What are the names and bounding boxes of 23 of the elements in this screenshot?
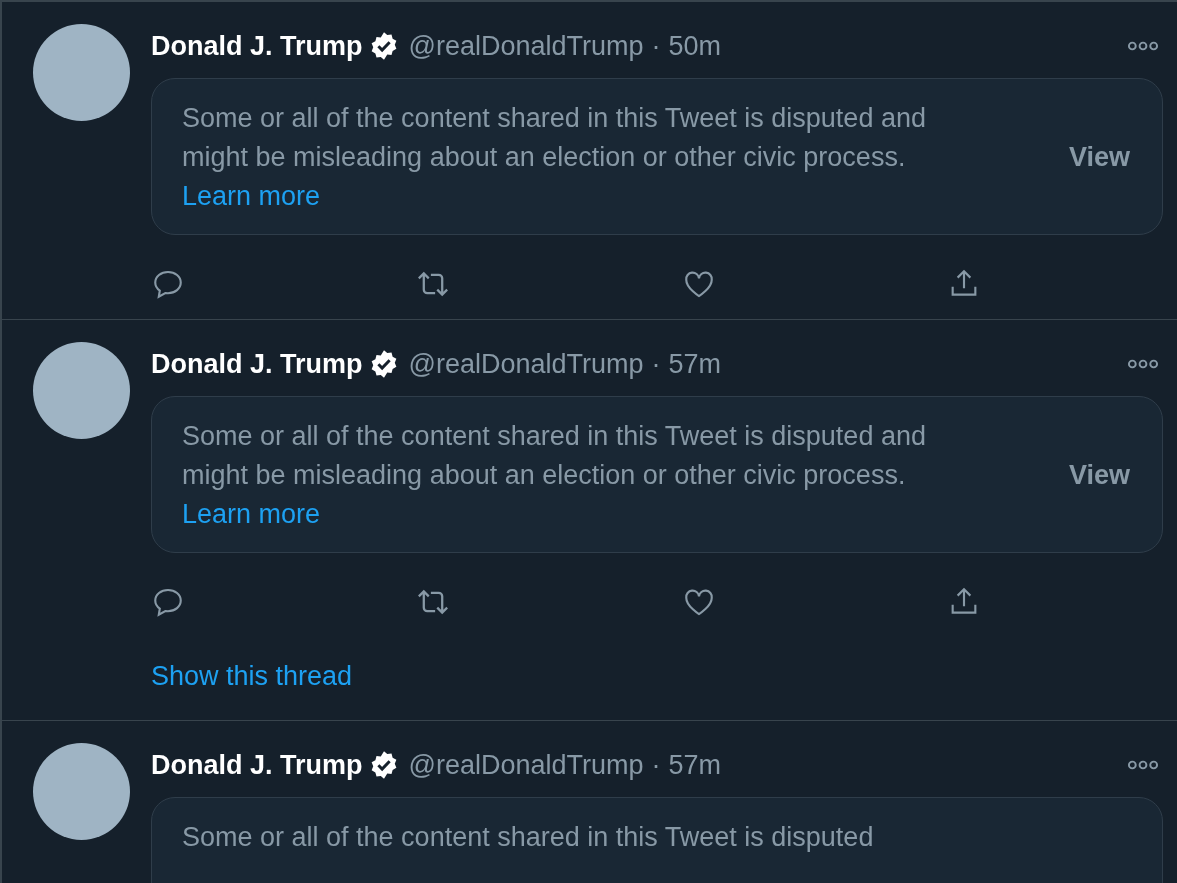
timestamp[interactable]: 57m [668, 749, 722, 781]
author-name[interactable]: Donald J. Trump [151, 348, 363, 380]
author-handle[interactable]: @realDonaldTrump [408, 30, 644, 62]
author-handle[interactable]: @realDonaldTrump [408, 348, 644, 380]
more-icon[interactable] [1127, 759, 1159, 771]
notice-text: Some or all of the content shared in this Tweet is disputed and might be misleading about an election or other civic process. Learn more [182, 420, 927, 531]
author-handle[interactable]: @realDonaldTrump [408, 749, 644, 781]
learn-more-link[interactable]: Learn more [182, 499, 321, 529]
author-name[interactable]: Donald J. Trump [151, 30, 363, 62]
more-icon[interactable] [1127, 40, 1159, 52]
notice-text: Some or all of the content shared in this Tweet is disputed and might be misleading about an election or other civic process. Learn more [182, 102, 927, 213]
learn-more-link[interactable]: Learn more [182, 181, 321, 211]
view-button[interactable]: View [1066, 138, 1132, 177]
view-button[interactable]: View [1066, 456, 1132, 495]
author-name[interactable]: Donald J. Trump [151, 749, 363, 781]
more-icon[interactable] [1127, 358, 1159, 370]
separator: · [651, 348, 661, 380]
separator: · [651, 749, 661, 781]
separator: · [651, 30, 661, 62]
notice-text: Some or all of the content shared in this Tweet is disputed [182, 821, 875, 854]
show-thread-link[interactable]: Show this thread [151, 661, 353, 692]
timestamp[interactable]: 57m [668, 348, 722, 380]
timestamp[interactable]: 50m [668, 30, 722, 62]
